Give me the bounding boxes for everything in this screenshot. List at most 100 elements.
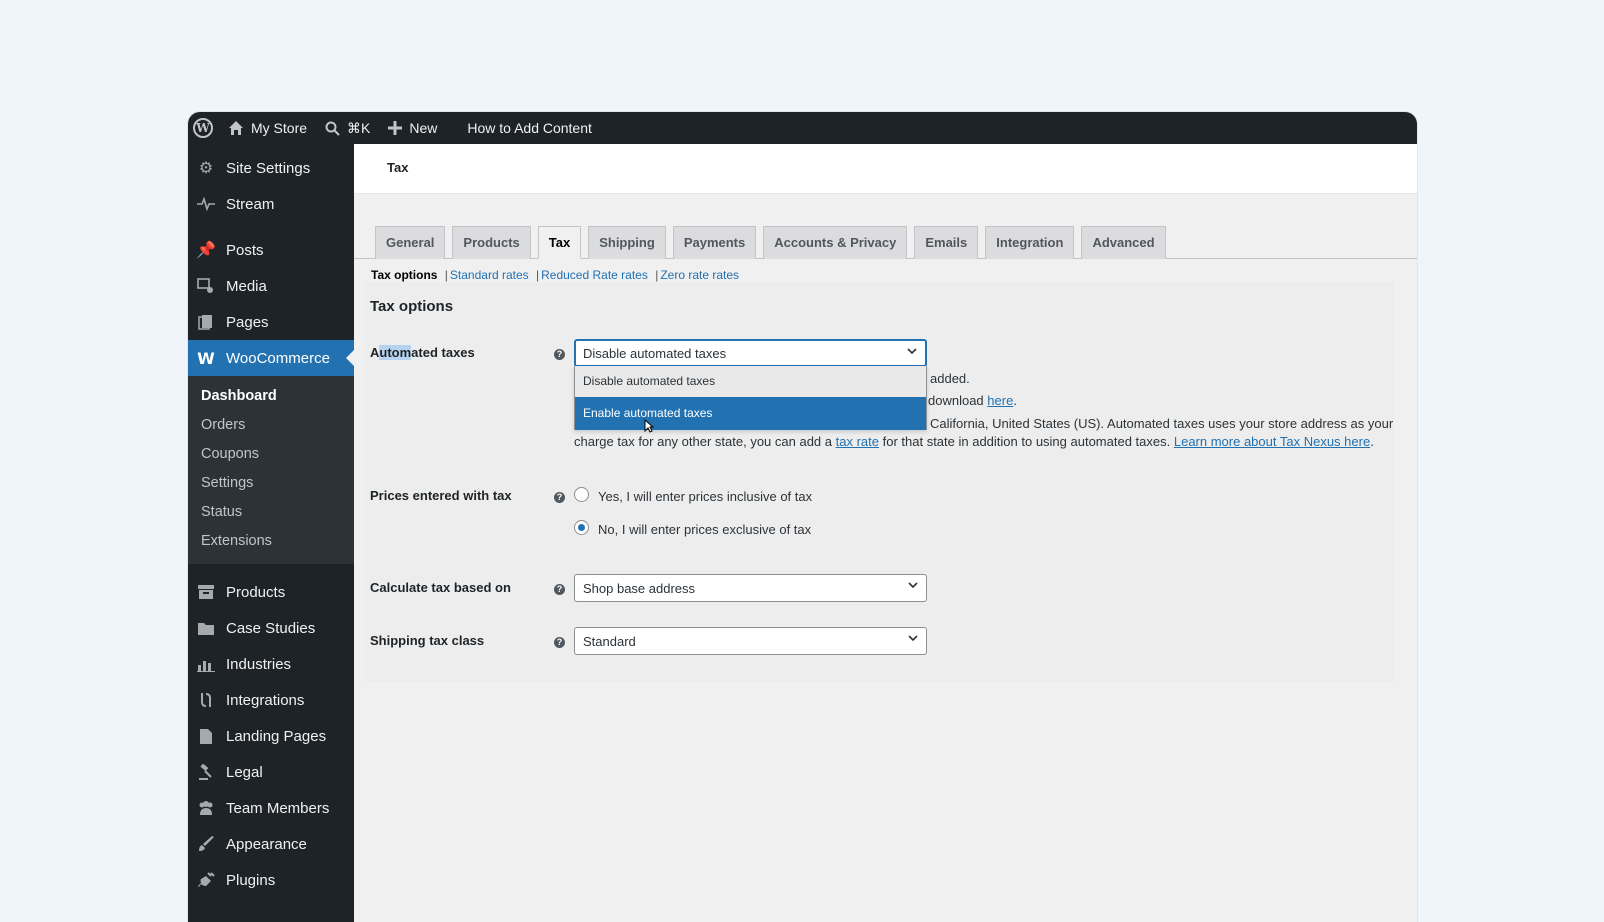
select-value: Disable automated taxes	[583, 346, 727, 361]
menu-item-woocommerce[interactable]: W WooCommerce	[188, 340, 354, 376]
shipping-tax-class-label: Shipping tax class	[370, 633, 485, 648]
menu-label: Landing Pages	[226, 727, 327, 745]
archive-icon	[196, 582, 216, 602]
chevron-down-icon	[907, 348, 917, 355]
browser-frame: W My Store ⌘K New How to Add Content ⚙ S…	[188, 112, 1417, 922]
tax-subsections: Tax options | Standard rates | Reduced Rat…	[371, 268, 739, 282]
help-icon[interactable]: ?	[554, 584, 565, 595]
desc-text: download	[928, 393, 984, 408]
submenu-item-orders[interactable]: Orders	[188, 411, 354, 440]
help-icon[interactable]: ?	[554, 349, 565, 360]
menu-label: Legal	[226, 763, 263, 781]
prices-exclusive-label[interactable]: No, I will enter prices exclusive of tax	[598, 522, 811, 537]
submenu-item-status[interactable]: Status	[188, 498, 354, 527]
help-link[interactable]: How to Add Content	[458, 112, 601, 144]
menu-item-media[interactable]: Media	[188, 268, 354, 304]
menu-label: Posts	[226, 241, 264, 259]
prices-exclusive-radio[interactable]	[574, 520, 589, 535]
plug-icon	[196, 690, 216, 710]
option-disable-automated-taxes[interactable]: Disable automated taxes	[575, 366, 926, 397]
menu-label: Pages	[226, 313, 269, 331]
menu-item-site-settings[interactable]: ⚙ Site Settings	[188, 150, 354, 186]
label-part: ated taxes	[411, 345, 475, 360]
admin-bar-new[interactable]: New	[379, 112, 446, 144]
subsection-reduced-rate-rates[interactable]: Reduced Rate rates	[541, 268, 648, 282]
tab-integration[interactable]: Integration	[985, 226, 1075, 259]
menu-item-team-members[interactable]: Team Members	[188, 790, 354, 826]
team-icon	[196, 798, 216, 818]
automated-taxes-desc-line1: added.	[930, 371, 970, 386]
menu-item-products[interactable]: Products	[188, 574, 354, 610]
submenu-item-coupons[interactable]: Coupons	[188, 440, 354, 469]
pages-icon	[196, 312, 216, 332]
tab-general[interactable]: General	[375, 226, 446, 259]
menu-label: Appearance	[226, 835, 307, 853]
admin-sidebar: ⚙ Site Settings Stream 📌 Posts Media Pag…	[188, 144, 354, 922]
menu-item-case-studies[interactable]: Case Studies	[188, 610, 354, 646]
menu-item-pages[interactable]: Pages	[188, 304, 354, 340]
tab-tax[interactable]: Tax	[537, 226, 582, 259]
tab-advanced[interactable]: Advanced	[1081, 226, 1166, 259]
download-here-link[interactable]: here	[987, 393, 1013, 408]
media-icon	[196, 276, 216, 296]
menu-item-appearance[interactable]: Appearance	[188, 826, 354, 862]
menu-item-integrations[interactable]: Integrations	[188, 682, 354, 718]
label-part: A	[370, 345, 380, 360]
subsection-zero-rate-rates[interactable]: Zero rate rates	[660, 268, 739, 282]
prices-inclusive-label[interactable]: Yes, I will enter prices inclusive of ta…	[598, 489, 812, 504]
option-enable-automated-taxes[interactable]: Enable automated taxes	[575, 397, 926, 430]
menu-label: Site Settings	[226, 159, 311, 177]
menu-item-industries[interactable]: Industries	[188, 646, 354, 682]
menu-item-plugins[interactable]: Plugins	[188, 862, 354, 898]
subsection-separator: |	[535, 268, 540, 282]
prices-inclusive-radio[interactable]	[574, 487, 589, 502]
subsection-standard-rates[interactable]: Standard rates	[450, 268, 529, 282]
menu-label: Plugins	[226, 871, 276, 889]
admin-bar: W My Store ⌘K New How to Add Content	[188, 112, 1417, 144]
tab-payments[interactable]: Payments	[672, 226, 757, 259]
prices-entered-label: Prices entered with tax	[370, 488, 512, 503]
tab-emails[interactable]: Emails	[914, 226, 979, 259]
page-header: Tax	[354, 144, 1417, 194]
section-title: Tax options	[370, 298, 454, 315]
main-content: Tax General Products Tax Shipping Paymen…	[354, 144, 1417, 922]
menu-item-stream[interactable]: Stream	[188, 186, 354, 222]
label-highlight: utom	[379, 345, 412, 360]
tab-accounts-privacy[interactable]: Accounts & Privacy	[763, 226, 908, 259]
menu-item-posts[interactable]: 📌 Posts	[188, 232, 354, 268]
submenu-item-extensions[interactable]: Extensions	[188, 527, 354, 556]
menu-label: Stream	[226, 195, 275, 213]
automated-taxes-desc-line2: download here.	[928, 393, 1017, 408]
select-value: Shop base address	[583, 581, 696, 596]
submenu-item-settings[interactable]: Settings	[188, 469, 354, 498]
wordpress-logo-icon[interactable]: W	[193, 118, 213, 138]
search-icon	[325, 121, 340, 136]
menu-label: Integrations	[226, 691, 305, 709]
tab-shipping[interactable]: Shipping	[588, 226, 666, 259]
mouse-cursor-icon	[644, 419, 654, 433]
calculate-tax-select[interactable]: Shop base address	[574, 574, 927, 602]
admin-bar-site-link[interactable]: My Store	[219, 112, 316, 144]
select-value: Standard	[583, 634, 636, 649]
admin-bar-search[interactable]: ⌘K	[316, 112, 379, 144]
document-icon	[196, 726, 216, 746]
search-shortcut: ⌘K	[347, 119, 371, 136]
tab-products[interactable]: Products	[452, 226, 531, 259]
folder-icon	[196, 618, 216, 638]
home-icon	[229, 121, 243, 135]
menu-item-legal[interactable]: Legal	[188, 754, 354, 790]
desc-text: charge tax for any other state, you can …	[574, 434, 832, 449]
menu-item-landing-pages[interactable]: Landing Pages	[188, 718, 354, 754]
woocommerce-submenu: Dashboard Orders Coupons Settings Status…	[188, 376, 354, 564]
chart-icon	[196, 654, 216, 674]
site-name: My Store	[251, 120, 308, 136]
tax-rate-link[interactable]: tax rate	[836, 434, 879, 449]
shipping-tax-class-select[interactable]: Standard	[574, 627, 927, 655]
automated-taxes-select[interactable]: Disable automated taxes	[574, 339, 927, 367]
help-icon[interactable]: ?	[554, 492, 565, 503]
chevron-down-icon	[908, 582, 918, 589]
tax-nexus-link[interactable]: Learn more about Tax Nexus here	[1174, 434, 1370, 449]
help-icon[interactable]: ?	[554, 637, 565, 648]
submenu-item-dashboard[interactable]: Dashboard	[188, 382, 354, 411]
subsection-tax-options[interactable]: Tax options	[371, 268, 437, 282]
